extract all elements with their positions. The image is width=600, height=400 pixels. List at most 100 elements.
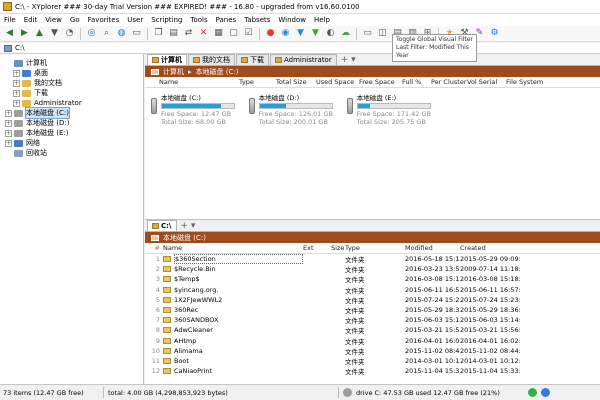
menu-file[interactable]: File (4, 16, 16, 24)
address-input[interactable]: C:\ (15, 44, 25, 52)
funnel-green-icon[interactable]: ▼ (309, 27, 322, 40)
new-tab-button[interactable]: + ▾ (178, 221, 199, 231)
tab[interactable]: 我的文档 (188, 54, 235, 65)
tree-node[interactable]: + 桌面 (0, 68, 143, 78)
column-header[interactable]: Modified (405, 244, 460, 252)
layout-single-icon[interactable]: ▭ (361, 27, 374, 40)
column-header[interactable]: Name (159, 78, 239, 86)
checkbox-icon[interactable]: ☑ (242, 27, 255, 40)
tab[interactable]: 计算机 (147, 54, 187, 65)
table-row[interactable]: 1 $360Section 文件夹 2016-05-18 15:15:...2015-… (145, 254, 600, 265)
table-row[interactable]: 11 Boot 文件夹 2014-03-01 10:12:...2014-03-01 … (145, 356, 600, 366)
tree-node[interactable]: + 下载 (0, 88, 143, 98)
menu-tools[interactable]: Tools (190, 16, 207, 24)
menu-go[interactable]: Go (70, 16, 80, 24)
expand-icon[interactable]: + (5, 139, 12, 147)
column-header[interactable]: Type (345, 244, 405, 252)
table-row[interactable]: 12 CaNiaoPrint 文件夹 2015-11-04 15:33:...2015… (145, 366, 600, 376)
crumb-item[interactable]: 本地磁盘 (C:) (196, 67, 239, 77)
delete-icon[interactable]: ✕ (197, 27, 210, 40)
table-row[interactable]: 4 $yincang.org. 文件夹 2015-06-11 16:57:...201… (145, 285, 600, 295)
funnel-icon[interactable]: ▼ (294, 27, 307, 40)
tree-node[interactable]: + 我的文档 (0, 78, 143, 88)
back-icon[interactable]: ◀ (3, 27, 16, 40)
cloud-icon[interactable]: ☁ (339, 27, 352, 40)
expand-icon[interactable]: + (13, 69, 20, 77)
properties-icon[interactable]: ▦ (212, 27, 225, 40)
column-header[interactable]: Per Cluster (431, 78, 467, 86)
history-icon[interactable]: ◔ (63, 27, 76, 40)
copy-icon[interactable]: ❐ (152, 27, 165, 40)
expand-icon[interactable]: + (5, 109, 12, 117)
menu-help[interactable]: Help (314, 16, 330, 24)
find-icon[interactable]: ◉ (279, 27, 292, 40)
tab[interactable]: C:\ (147, 220, 177, 231)
tab[interactable]: 下载 (236, 54, 269, 65)
window-icon[interactable]: ▢ (227, 27, 240, 40)
crumb-item[interactable]: 本地磁盘 (C:) (163, 233, 206, 243)
settings-icon[interactable] (541, 388, 550, 397)
menu-panes[interactable]: Panes (216, 16, 237, 24)
expand-icon[interactable]: + (5, 119, 12, 127)
column-header[interactable]: Created (460, 244, 520, 252)
menu-scripting[interactable]: Scripting (151, 16, 182, 24)
column-header[interactable]: Used Space (316, 78, 359, 86)
tree-node[interactable]: + 网络 (0, 138, 143, 148)
breadcrumb[interactable]: 计算机 ▸ 本地磁盘 (C:) (145, 66, 600, 77)
menu-user[interactable]: User (127, 16, 143, 24)
new-tab-icon[interactable]: ▭ (130, 27, 143, 40)
expand-icon[interactable]: + (13, 89, 20, 97)
table-row[interactable]: 3 $Temp$ 文件夹 2016-03-08 15:18:...2016-03-08… (145, 274, 600, 284)
drive-item[interactable]: 本地磁盘 (D:) Free Space: 126.01 GB Total Size… (249, 94, 333, 126)
column-header[interactable]: Ext (303, 244, 331, 252)
tree-node[interactable]: 回收站 (0, 148, 143, 158)
table-row[interactable]: 8 AdwCleaner 文件夹 2015-03-21 15:56:...2015-0… (145, 325, 600, 335)
tree-node[interactable]: + Administrator (0, 98, 143, 108)
forward-icon[interactable]: ▶ (18, 27, 31, 40)
tree-node[interactable]: + 本地磁盘 (D:) (0, 118, 143, 128)
up-icon[interactable]: ▲ (33, 27, 46, 40)
column-header[interactable]: Name (163, 244, 303, 252)
menu-edit[interactable]: Edit (24, 16, 38, 24)
table-row[interactable]: 9 AHtmp 文件夹 2016-04-01 16:02:...2016-04-01 … (145, 336, 600, 346)
expand-icon[interactable]: + (13, 99, 20, 107)
search-icon[interactable]: ⌕ (100, 27, 113, 40)
table-row[interactable]: 7 360SANDBOX 文件夹 2015-06-03 15:14:...2015-0… (145, 315, 600, 325)
table-row[interactable]: 10 Alimama 文件夹 2015-11-02 08:44:...2015-11-… (145, 346, 600, 356)
table-row[interactable]: 5 1X2FJewWWL2 文件夹 2015-07-24 15:23:...2015-… (145, 295, 600, 305)
expand-icon[interactable]: + (13, 79, 20, 87)
drive-item[interactable]: 本地磁盘 (C:) Free Space: 12.47 GB Total Size:… (151, 94, 235, 126)
tab[interactable]: Administrator (270, 54, 337, 65)
check-icon[interactable] (528, 388, 537, 397)
column-header[interactable]: # (145, 244, 163, 252)
column-header[interactable]: Full % (402, 78, 431, 86)
menu-favorites[interactable]: Favorites (88, 16, 120, 24)
color-filter-icon[interactable]: ● (264, 27, 277, 40)
menu-window[interactable]: Window (278, 16, 306, 24)
table-row[interactable]: 6 360Rec 文件夹 2015-05-29 18:36:...2015-05-29… (145, 305, 600, 315)
layout-dual-icon[interactable]: ◫ (376, 27, 389, 40)
visual-filter-icon[interactable]: ◐ (324, 27, 337, 40)
down-arrow-icon[interactable]: ▼ (48, 27, 61, 40)
column-header[interactable]: File System (506, 78, 556, 86)
column-header[interactable]: Free Space (359, 78, 402, 86)
menu-view[interactable]: View (45, 16, 62, 24)
move-icon[interactable]: ⇄ (182, 27, 195, 40)
target-icon[interactable]: ◎ (85, 27, 98, 40)
menu-tabsets[interactable]: Tabsets (244, 16, 270, 24)
address-bar[interactable]: C:\ (0, 43, 600, 54)
column-header[interactable]: Size (331, 244, 345, 252)
breadcrumb[interactable]: 本地磁盘 (C:) (145, 232, 600, 243)
globe-icon[interactable]: ◍ (115, 27, 128, 40)
column-header[interactable]: Total Size (276, 78, 316, 86)
column-header[interactable]: Vol Serial (467, 78, 506, 86)
column-header[interactable]: Type (239, 78, 276, 86)
paste-icon[interactable]: ▤ (167, 27, 180, 40)
tree-node[interactable]: 计算机 (0, 58, 143, 68)
tree-node[interactable]: + 本地磁盘 (E:) (0, 128, 143, 138)
new-tab-button[interactable]: + ▾ (338, 55, 359, 65)
crumb-item[interactable]: 计算机 (163, 67, 184, 77)
table-row[interactable]: 2 $Recycle.Bin 文件夹 2016-03-23 13:59:...2009… (145, 264, 600, 274)
settings-icon[interactable]: ⚙ (488, 27, 501, 40)
tree-node[interactable]: + 本地磁盘 (C:) (0, 107, 143, 119)
